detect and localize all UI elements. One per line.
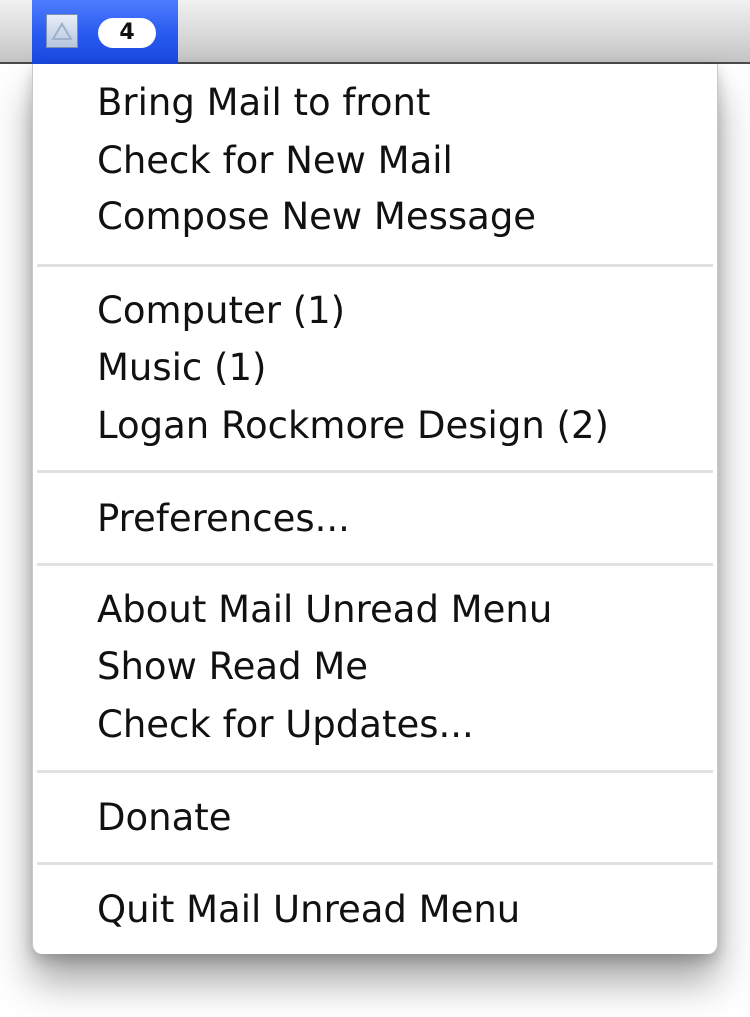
menu-item-account-computer[interactable]: Computer (1) — [97, 288, 345, 334]
menu-item-preferences[interactable]: Preferences... — [97, 496, 350, 542]
dropdown-menu: Bring Mail to front Check for New Mail C… — [32, 64, 718, 954]
mail-unread-status-item[interactable]: 4 — [32, 0, 178, 64]
menu-bar: 4 — [0, 0, 750, 64]
menu-item-check-for-new-mail[interactable]: Check for New Mail — [97, 138, 453, 184]
menu-item-compose-new-message[interactable]: Compose New Message — [97, 194, 536, 240]
menu-separator — [37, 770, 713, 773]
menu-item-check-for-updates[interactable]: Check for Updates... — [97, 702, 474, 748]
menu-item-show-read-me[interactable]: Show Read Me — [97, 644, 368, 690]
menu-separator — [37, 862, 713, 865]
menu-item-about[interactable]: About Mail Unread Menu — [97, 587, 552, 633]
menu-separator — [37, 563, 713, 566]
menu-item-bring-mail-to-front[interactable]: Bring Mail to front — [97, 80, 430, 126]
menu-item-donate[interactable]: Donate — [97, 795, 232, 841]
mail-app-icon — [46, 14, 78, 48]
menu-separator — [37, 264, 713, 267]
menu-item-account-music[interactable]: Music (1) — [97, 345, 266, 391]
unread-count-badge: 4 — [98, 18, 156, 48]
menu-item-quit[interactable]: Quit Mail Unread Menu — [97, 887, 520, 933]
menu-separator — [37, 470, 713, 473]
menu-item-account-logan-rockmore-design[interactable]: Logan Rockmore Design (2) — [97, 403, 609, 449]
